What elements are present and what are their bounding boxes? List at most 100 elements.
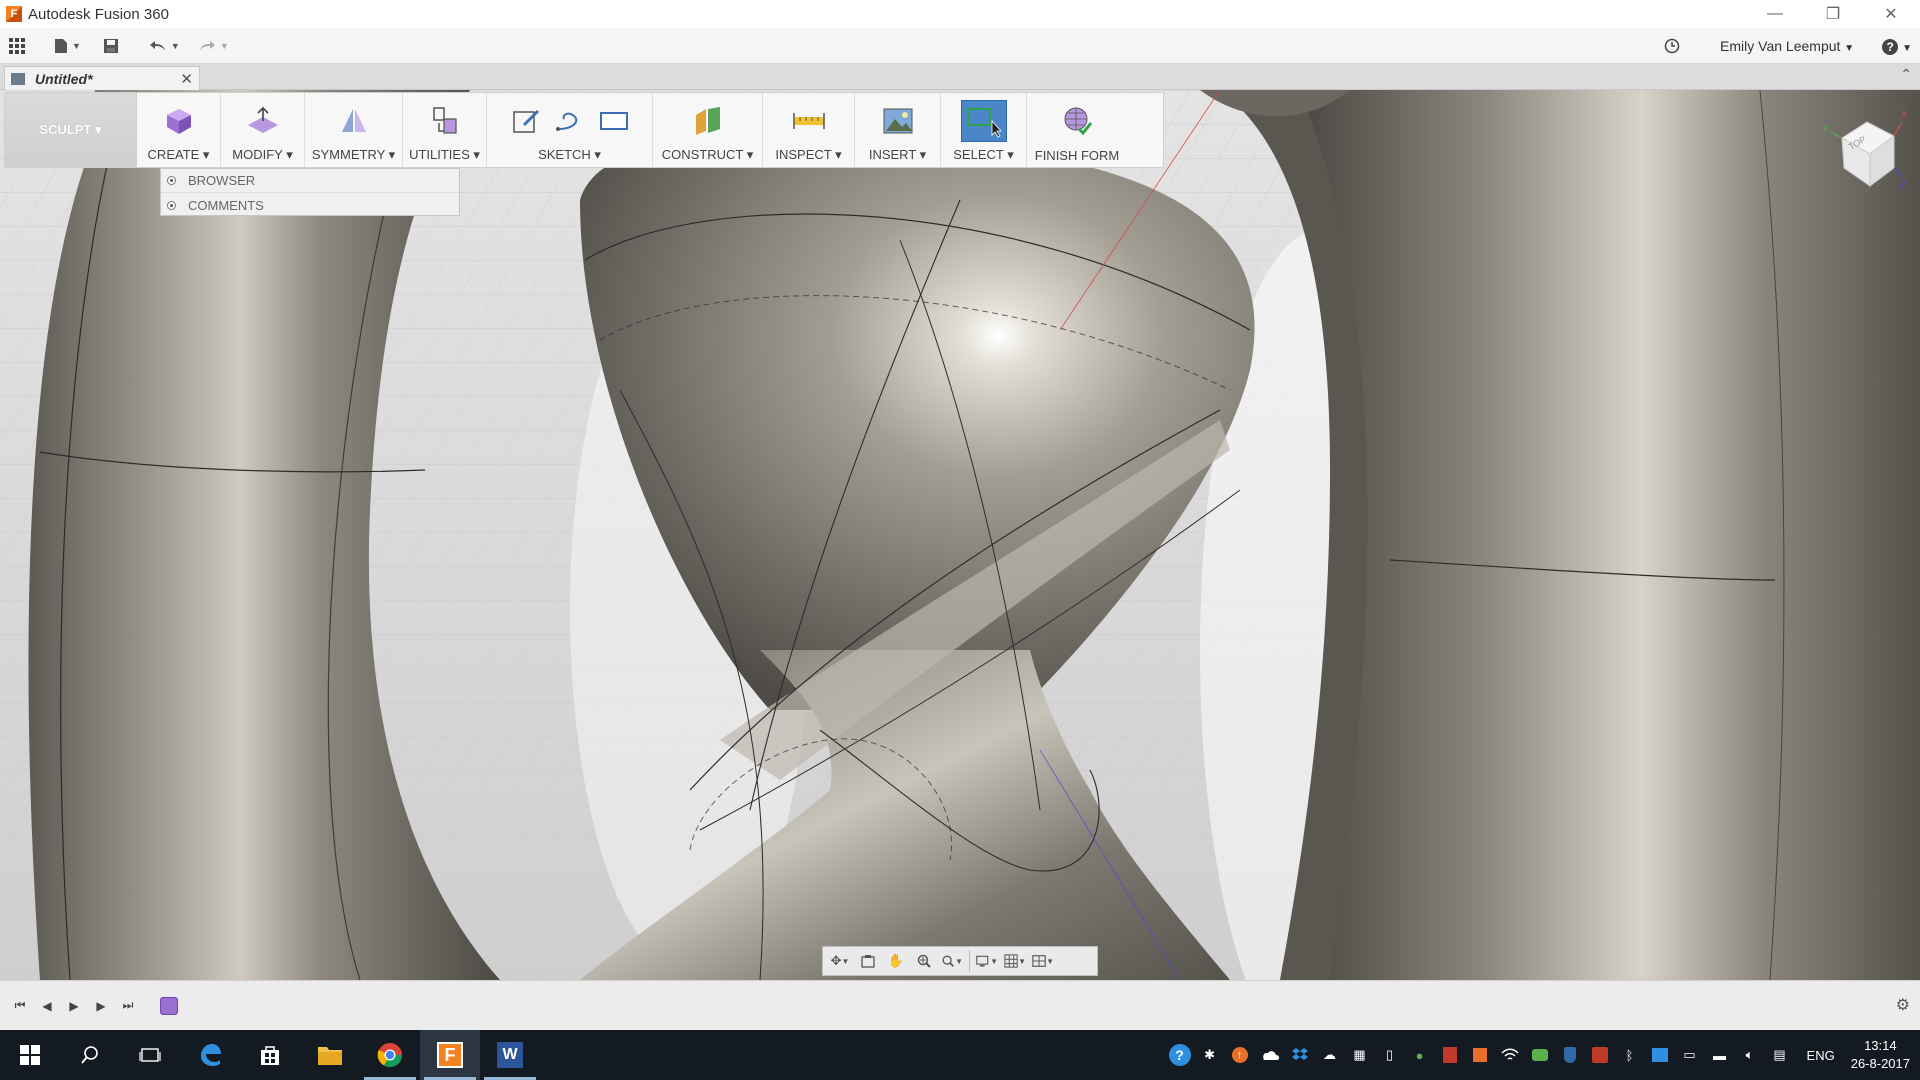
step-forward-icon[interactable]: ▶ — [89, 994, 113, 1018]
document-tab[interactable]: Untitled* ✕ — [4, 66, 200, 90]
insert-image-icon[interactable] — [881, 104, 915, 138]
zoom-icon[interactable] — [913, 951, 935, 971]
look-at-icon[interactable] — [857, 951, 879, 971]
utilities-icon[interactable] — [428, 104, 462, 138]
chevron-down-icon: ▼ — [170, 40, 180, 51]
orange-app-icon[interactable] — [1469, 1044, 1491, 1066]
dropbox-icon[interactable] — [1289, 1044, 1311, 1066]
modify-menu: MODIFY ▾ — [232, 147, 293, 162]
sketch-group[interactable]: SKETCH ▾ — [487, 93, 653, 167]
chevron-down-icon: ▼ — [219, 40, 229, 51]
create-menu: CREATE ▾ — [147, 147, 210, 162]
search-button[interactable] — [60, 1030, 120, 1080]
data-panel-button[interactable] — [8, 32, 26, 60]
usb-drive-icon[interactable]: ▯ — [1379, 1044, 1401, 1066]
utilities-group[interactable]: UTILITIES ▾ — [403, 93, 487, 167]
user-account-menu[interactable]: Emily Van Leemput ▼ — [1720, 38, 1854, 54]
display-tray-icon[interactable]: ▭ — [1679, 1044, 1701, 1066]
start-button[interactable] — [0, 1030, 60, 1080]
chrome-taskbar-button[interactable] — [360, 1030, 420, 1080]
help-circle-icon[interactable]: ? — [1168, 1044, 1191, 1066]
modify-group[interactable]: MODIFY ▾ — [221, 93, 305, 167]
undo-button[interactable]: ▼ — [149, 32, 180, 60]
edge-taskbar-button[interactable] — [180, 1030, 240, 1080]
inspect-group[interactable]: INSPECT ▾ — [763, 93, 855, 167]
file-explorer-taskbar-button[interactable] — [300, 1030, 360, 1080]
step-back-icon[interactable]: ◀ — [35, 994, 59, 1018]
pan-icon[interactable]: ✋ — [885, 951, 907, 971]
create-sketch-icon[interactable] — [509, 104, 543, 138]
select-menu: SELECT ▾ — [953, 147, 1014, 162]
close-button[interactable]: ✕ — [1862, 0, 1920, 28]
spline-icon[interactable] — [553, 104, 587, 138]
window-title: Autodesk Fusion 360 — [28, 5, 169, 23]
sculpt-model-scene — [0, 90, 1920, 980]
onedrive-icon[interactable] — [1259, 1044, 1281, 1066]
restore-button[interactable]: ❐ — [1804, 0, 1862, 28]
display-settings-icon[interactable]: ▼ — [976, 951, 998, 971]
battery-icon[interactable]: ▬ — [1709, 1044, 1731, 1066]
language-indicator[interactable]: ENG — [1807, 1048, 1835, 1063]
fusion-taskbar-button[interactable]: F — [420, 1030, 480, 1080]
play-icon[interactable]: ▶ — [62, 994, 86, 1018]
search-icon — [81, 1046, 98, 1064]
store-taskbar-button[interactable] — [240, 1030, 300, 1080]
measure-icon[interactable] — [792, 104, 826, 138]
insert-group[interactable]: INSERT ▾ — [855, 93, 941, 167]
save-button[interactable] — [103, 32, 119, 60]
construct-group[interactable]: CONSTRUCT ▾ — [653, 93, 763, 167]
network-drive-icon[interactable]: ● — [1409, 1044, 1431, 1066]
comments-panel-toggle[interactable]: COMMENTS — [161, 193, 459, 217]
construct-menu: CONSTRUCT ▾ — [661, 147, 754, 162]
job-status-icon[interactable] — [1664, 38, 1680, 54]
workspace-switcher[interactable]: SCULPT ▾ — [5, 93, 137, 167]
upload-tray-icon[interactable]: ↑ — [1229, 1044, 1251, 1066]
wifi-icon[interactable] — [1499, 1044, 1521, 1066]
finish-form-icon[interactable] — [1060, 104, 1094, 138]
chevron-up-icon[interactable]: ⌃ — [1900, 66, 1912, 83]
window-tray-icon[interactable] — [1649, 1044, 1671, 1066]
system-clock[interactable]: 13:14 26-8-2017 — [1851, 1037, 1910, 1073]
canvas-viewport[interactable]: TOP X Y Z — [0, 90, 1920, 980]
cloud-sync-icon[interactable]: ☁ — [1319, 1044, 1341, 1066]
orbit-icon[interactable]: ✥ ▼ — [829, 951, 851, 971]
settings-tray-icon[interactable]: ✱ — [1199, 1044, 1221, 1066]
file-menu-button[interactable]: ▼ — [54, 32, 81, 60]
expand-icon — [167, 200, 176, 210]
create-group[interactable]: CREATE ▾ — [137, 93, 221, 167]
chat-tray-icon[interactable] — [1529, 1044, 1551, 1066]
word-taskbar-button[interactable]: W — [480, 1030, 540, 1080]
go-to-start-icon[interactable]: ⏮ — [8, 994, 32, 1018]
symmetry-icon[interactable] — [337, 104, 371, 138]
gear-icon[interactable]: ⚙ — [1896, 995, 1910, 1015]
browser-panel-toggle[interactable]: BROWSER — [161, 169, 459, 193]
chevron-down-icon: ▼ — [72, 40, 81, 51]
symmetry-group[interactable]: SYMMETRY ▾ — [305, 93, 403, 167]
rectangle-icon[interactable] — [597, 104, 631, 138]
minimize-button[interactable]: — — [1746, 0, 1804, 28]
offset-plane-icon[interactable] — [691, 104, 725, 138]
window-controls: — ❐ ✕ — [1746, 0, 1920, 28]
go-to-end-icon[interactable]: ⏭ — [116, 994, 140, 1018]
grid-settings-icon[interactable]: ▼ — [1004, 951, 1026, 971]
viewports-icon[interactable]: ▼ — [1032, 951, 1054, 971]
finish-form-group[interactable]: FINISH FORM — [1027, 93, 1127, 167]
viewcube[interactable]: TOP X Y Z — [1822, 108, 1912, 198]
pdf-reader-icon[interactable] — [1439, 1044, 1461, 1066]
fit-zoom-icon[interactable]: ▼ — [941, 951, 963, 971]
timeline-form-feature-icon[interactable] — [160, 996, 178, 1015]
select-window-icon[interactable] — [960, 100, 1007, 142]
task-view-button[interactable] — [120, 1030, 180, 1080]
edit-form-icon[interactable] — [246, 104, 280, 138]
close-tab-icon[interactable]: ✕ — [180, 70, 193, 88]
bluetooth-file-icon[interactable]: ▦ — [1349, 1044, 1371, 1066]
volume-icon[interactable]: 🔈︎ — [1739, 1044, 1761, 1066]
solidworks-icon[interactable] — [1589, 1044, 1611, 1066]
shield-icon[interactable] — [1559, 1044, 1581, 1066]
notification-icon[interactable]: ▤ — [1769, 1044, 1791, 1066]
select-group[interactable]: SELECT ▾ — [941, 93, 1027, 167]
help-menu[interactable]: ? ▼ — [1882, 38, 1912, 55]
redo-button[interactable]: ▼ — [198, 32, 229, 60]
bluetooth-icon[interactable]: ᛒ — [1619, 1044, 1641, 1066]
box-icon[interactable] — [162, 104, 196, 138]
